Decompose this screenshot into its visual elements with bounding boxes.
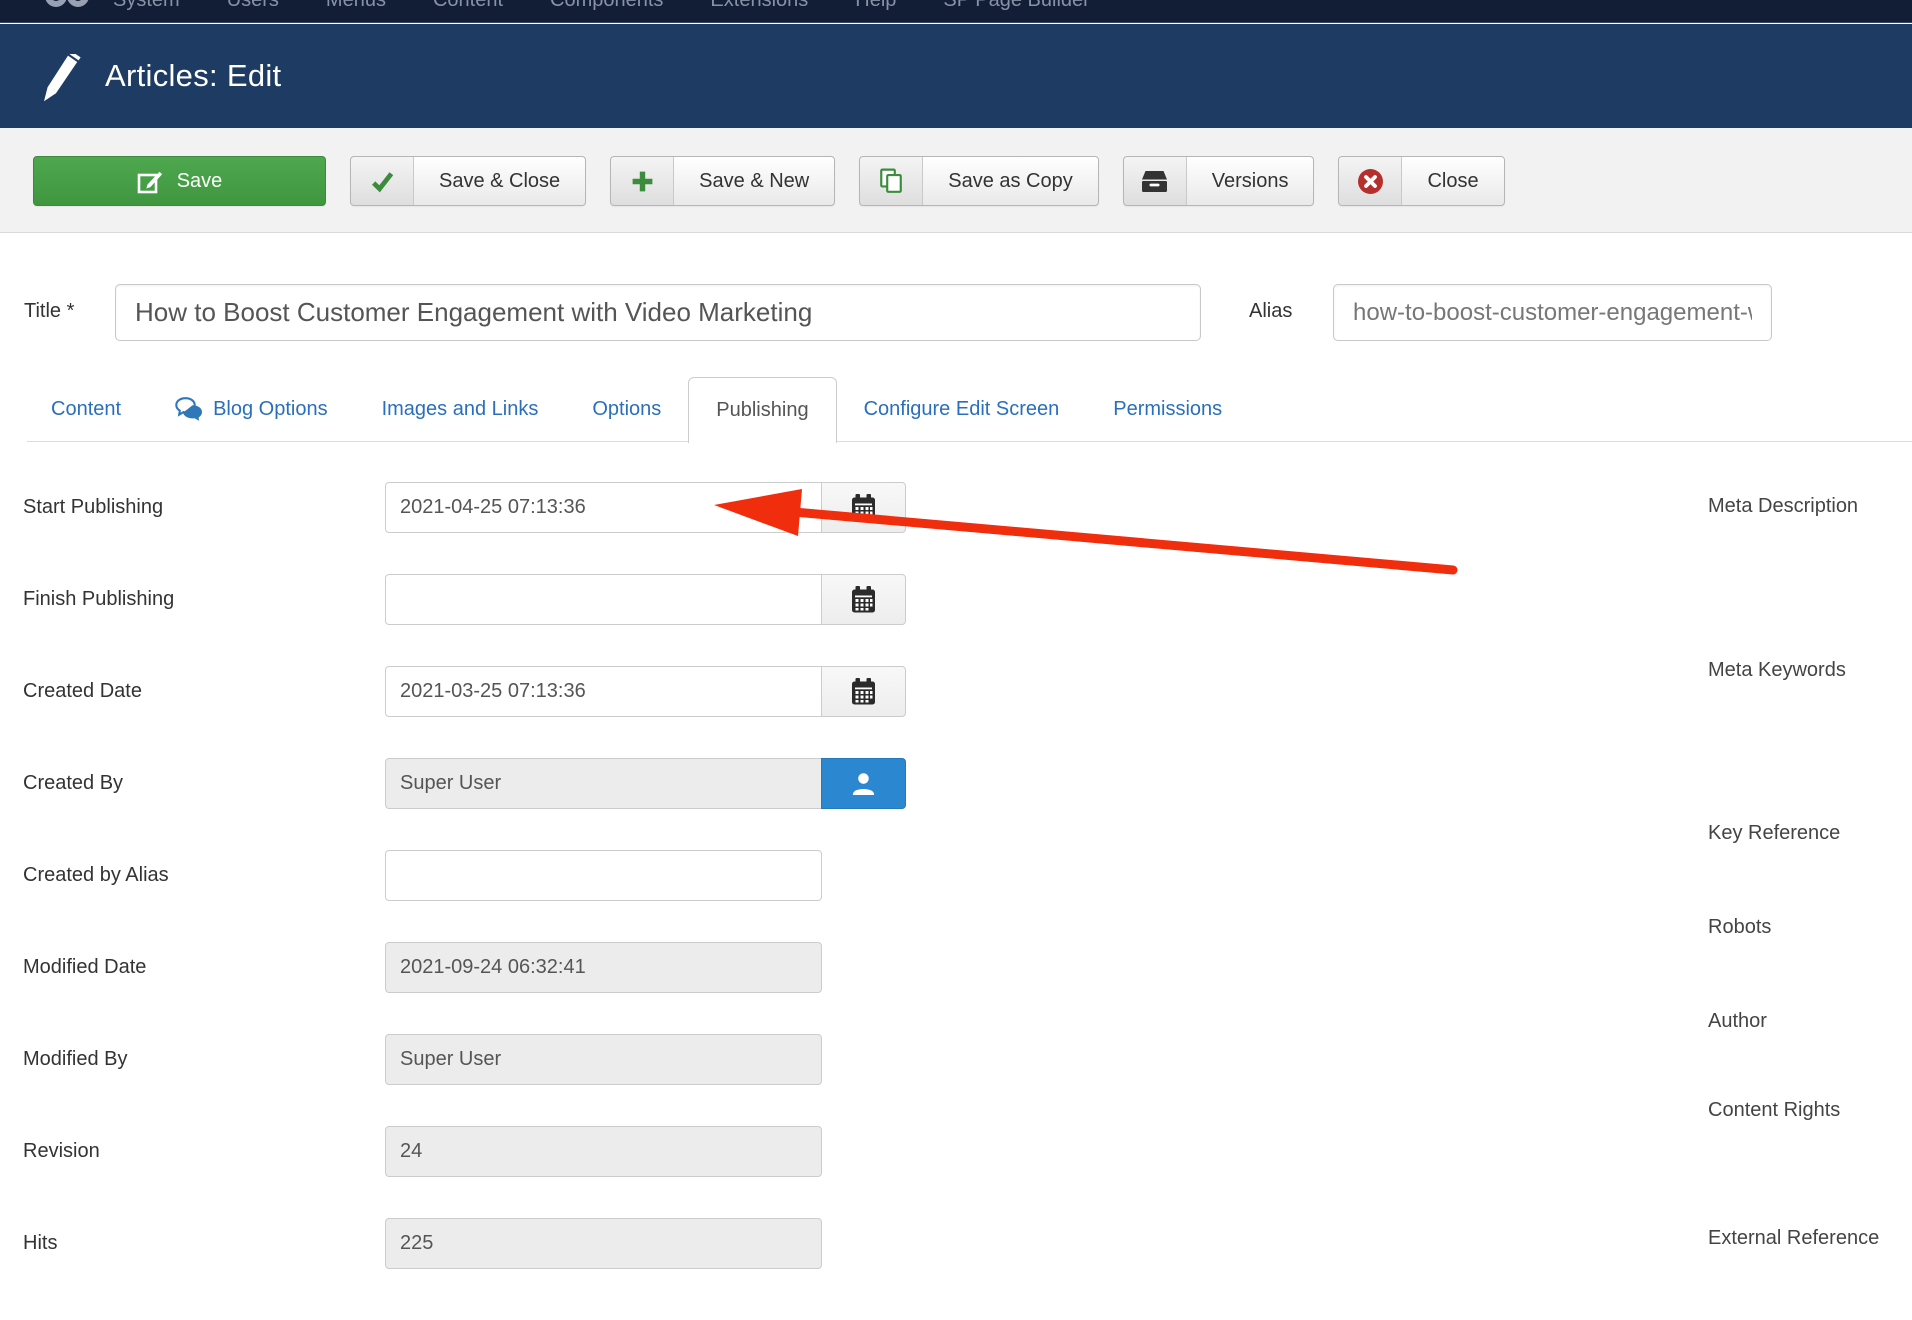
edit-tabs: Content Blog Options Images and Links Op… xyxy=(24,377,1249,443)
menu-item-content[interactable]: Content xyxy=(433,0,503,12)
cancel-circle-icon xyxy=(1339,157,1402,205)
archive-icon xyxy=(1124,157,1187,205)
tab-options[interactable]: Options xyxy=(565,377,688,441)
speech-bubbles-icon xyxy=(175,397,203,421)
created-by-alias-input[interactable] xyxy=(385,850,822,901)
plus-icon xyxy=(611,157,674,205)
title-label: Title * xyxy=(24,300,74,323)
author-label: Author xyxy=(1708,1010,1767,1033)
field-row-modified-date: Modified Date xyxy=(0,942,960,993)
field-row-created-date: Created Date xyxy=(0,666,960,717)
tab-images-and-links[interactable]: Images and Links xyxy=(355,377,566,441)
copy-pages-icon xyxy=(860,157,923,205)
close-button[interactable]: Close xyxy=(1338,156,1504,206)
menu-item-sp-page-builder[interactable]: SP Page Builder xyxy=(943,0,1089,12)
tab-permissions[interactable]: Permissions xyxy=(1086,377,1249,441)
finish-publishing-input[interactable] xyxy=(385,574,822,625)
save-as-new-label: Save & New xyxy=(674,157,834,205)
modified-by-label: Modified By xyxy=(23,1034,128,1085)
menu-item-system[interactable]: System xyxy=(113,0,180,12)
meta-description-label: Meta Description xyxy=(1708,495,1858,518)
menu-item-users[interactable]: Users xyxy=(227,0,279,12)
modified-by-input xyxy=(385,1034,822,1085)
field-row-created-by-alias: Created by Alias xyxy=(0,850,960,901)
menu-item-menus[interactable]: Menus xyxy=(326,0,386,12)
calendar-icon xyxy=(851,586,876,613)
save-and-close-button[interactable]: Save & Close xyxy=(350,156,586,206)
joomla-logo-icon xyxy=(42,0,94,14)
finish-publishing-label: Finish Publishing xyxy=(23,574,174,625)
hits-input xyxy=(385,1218,822,1269)
pencil-icon xyxy=(40,54,82,104)
menu-item-help[interactable]: Help xyxy=(855,0,896,12)
key-reference-label: Key Reference xyxy=(1708,822,1840,845)
field-row-hits: Hits xyxy=(0,1218,960,1269)
revision-input xyxy=(385,1126,822,1177)
article-title-input[interactable] xyxy=(115,284,1201,341)
field-row-modified-by: Modified By xyxy=(0,1034,960,1085)
save-button-label: Save xyxy=(177,170,223,193)
tab-blog-options[interactable]: Blog Options xyxy=(148,377,355,441)
select-user-button[interactable] xyxy=(821,758,906,809)
start-publishing-calendar-button[interactable] xyxy=(821,482,906,533)
article-alias-input[interactable] xyxy=(1333,284,1772,341)
hits-label: Hits xyxy=(23,1218,57,1269)
finish-publishing-calendar-button[interactable] xyxy=(821,574,906,625)
calendar-icon xyxy=(851,494,876,521)
save-as-copy-button[interactable]: Save as Copy xyxy=(859,156,1099,206)
close-label: Close xyxy=(1402,157,1503,205)
created-by-label: Created By xyxy=(23,758,123,809)
menu-item-components[interactable]: Components xyxy=(550,0,663,12)
start-publishing-label: Start Publishing xyxy=(23,482,163,533)
toolbar: Save Save & Close Save & New xyxy=(0,128,1912,233)
created-date-label: Created Date xyxy=(23,666,142,717)
created-date-input[interactable] xyxy=(385,666,822,717)
created-by-input xyxy=(385,758,822,809)
created-by-alias-label: Created by Alias xyxy=(23,850,169,901)
start-publishing-input[interactable] xyxy=(385,482,822,533)
meta-keywords-label: Meta Keywords xyxy=(1708,659,1846,682)
versions-button[interactable]: Versions xyxy=(1123,156,1315,206)
tab-publishing[interactable]: Publishing xyxy=(688,377,836,443)
field-row-finish-publishing: Finish Publishing xyxy=(0,574,960,625)
page-header: Articles: Edit xyxy=(0,24,1912,128)
versions-label: Versions xyxy=(1187,157,1314,205)
menu-item-extensions[interactable]: Extensions xyxy=(710,0,808,12)
save-button[interactable]: Save xyxy=(33,156,326,206)
tab-content[interactable]: Content xyxy=(24,377,148,441)
modified-date-label: Modified Date xyxy=(23,942,146,993)
content-rights-label: Content Rights xyxy=(1708,1099,1840,1122)
robots-label: Robots xyxy=(1708,916,1771,939)
admin-menubar: System Users Menus Content Components Ex… xyxy=(0,0,1912,23)
field-row-revision: Revision xyxy=(0,1126,960,1177)
alias-label: Alias xyxy=(1249,300,1292,323)
created-date-calendar-button[interactable] xyxy=(821,666,906,717)
check-icon xyxy=(351,157,414,205)
revision-label: Revision xyxy=(23,1126,100,1177)
user-icon xyxy=(850,770,877,797)
save-and-new-button[interactable]: Save & New xyxy=(610,156,835,206)
save-and-close-label: Save & Close xyxy=(414,157,585,205)
modified-date-input xyxy=(385,942,822,993)
save-as-copy-label: Save as Copy xyxy=(923,157,1098,205)
external-reference-label: External Reference xyxy=(1708,1227,1879,1250)
tab-configure-edit-screen[interactable]: Configure Edit Screen xyxy=(837,377,1087,441)
page-title: Articles: Edit xyxy=(105,58,281,94)
calendar-icon xyxy=(851,678,876,705)
field-row-start-publishing: Start Publishing xyxy=(0,482,960,533)
save-pencil-square-icon xyxy=(137,168,164,195)
field-row-created-by: Created By xyxy=(0,758,960,809)
articles-edit-page: System Users Menus Content Components Ex… xyxy=(0,0,1912,1320)
